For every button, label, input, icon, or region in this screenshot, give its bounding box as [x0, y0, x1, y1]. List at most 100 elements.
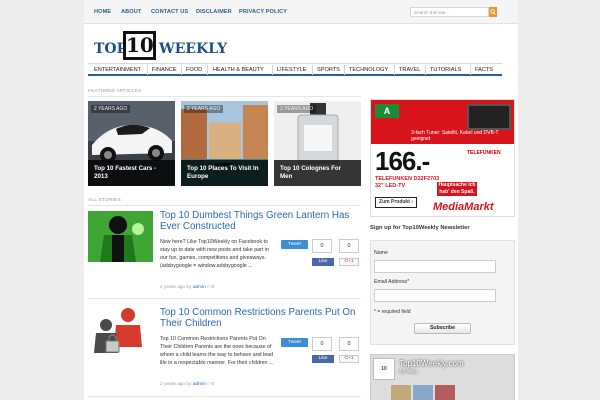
tweet-count: 0	[312, 337, 332, 351]
facebook-page-box[interactable]: 10 Top10Weekly.com 4.6 likes	[370, 354, 515, 400]
main-nav: ENTERTAINMENT FINANCE FOOD HEALTH & BEAU…	[88, 63, 502, 76]
name-field[interactable]	[374, 260, 496, 273]
featured-card[interactable]: 2 YEARS AGO Top 10 Fastest Cars - 2013	[88, 101, 175, 186]
nav-sports[interactable]: SPORTS	[317, 67, 340, 73]
story-title[interactable]: Top 10 Dumbest Things Green Lantern Has …	[160, 210, 360, 232]
facebook-like-button[interactable]: Like	[312, 258, 334, 266]
page-avatar: 10	[373, 358, 395, 380]
story-excerpt: Top 10 Common Restrictions Parents Put O…	[160, 336, 274, 366]
ad-promo-text: 3-fach Tuner: Satellit, Kabel und DVB-T …	[411, 130, 499, 142]
story-author[interactable]: admin	[193, 285, 206, 290]
nav-technology[interactable]: TECHNOLOGY	[349, 67, 388, 73]
nav-food[interactable]: FOOD	[186, 67, 202, 73]
tweet-button[interactable]: Tweet	[281, 338, 308, 347]
story-age: 2 years ago by	[160, 285, 192, 290]
fb-like-count: 4.6 likes	[399, 369, 418, 375]
newsletter-form: Name Email Address* * = required field S…	[370, 240, 515, 345]
divider	[88, 298, 361, 299]
nav-divider	[181, 65, 182, 75]
email-label: Email Address*	[374, 279, 410, 285]
featured-card[interactable]: 2 YEARS AGO Top 10 Places To Visit In Eu…	[181, 101, 268, 186]
search-icon[interactable]	[489, 7, 497, 17]
newsletter-title: Sign up for Top10Weekly Newsletter	[370, 225, 470, 231]
featured-title[interactable]: Top 10 Fastest Cars - 2013	[88, 160, 175, 186]
subscribe-button[interactable]: Subscribe	[414, 323, 471, 334]
parents-image	[88, 307, 153, 358]
green-lantern-image	[88, 211, 153, 262]
nav-tutorials[interactable]: TUTORIALS	[430, 67, 461, 73]
comment-count[interactable]: 0	[211, 382, 214, 387]
story-excerpt: New here? Like Top10Weekly on Facebook t…	[160, 239, 269, 269]
search-input[interactable]: Search this site...	[410, 7, 489, 17]
fb-cover-photo	[391, 385, 411, 400]
share-count: 0	[339, 337, 359, 351]
nav-health-beauty[interactable]: HEALTH & BEAUTY	[213, 67, 264, 73]
energy-label: A	[375, 104, 399, 118]
ad-price: 166.-	[375, 146, 430, 176]
comment-count[interactable]: 0	[211, 285, 214, 290]
featured-age: 2 YEARS AGO	[184, 105, 224, 113]
featured-title[interactable]: Top 10 Colognes For Men	[274, 160, 361, 186]
stories-label: ALL STORIES	[88, 198, 121, 203]
fb-cover-photo	[435, 385, 455, 400]
divider	[88, 396, 361, 397]
featured-age: 2 YEARS AGO	[91, 105, 131, 113]
facebook-like-button[interactable]: Like	[312, 355, 334, 363]
story-meta: 2 years ago by admin □ 0	[160, 382, 214, 387]
email-field[interactable]	[374, 289, 496, 302]
comment-icon: □	[207, 382, 211, 387]
story-author[interactable]: admin	[193, 382, 206, 387]
ad-headline: TELEFUNKEN D32F2703	[375, 176, 440, 182]
featured-age: 2 YEARS AGO	[277, 105, 317, 113]
topnav-about[interactable]: ABOUT	[121, 9, 141, 15]
google-plus-button[interactable]: G+1	[339, 258, 359, 266]
required-note: * = required field	[374, 309, 411, 315]
ad-cta-button[interactable]: Zum Produkt ›	[375, 197, 417, 208]
nav-finance[interactable]: FINANCE	[152, 67, 177, 73]
story-age: 2 years ago by	[160, 382, 192, 387]
logo-text-weekly: WEEKLY	[159, 41, 228, 57]
ad-brand-logo: TELEFUNKEN	[467, 150, 501, 156]
nav-entertainment[interactable]: ENTERTAINMENT	[94, 67, 141, 73]
tv-image	[467, 104, 511, 130]
ad-subline: 32" LED-TV	[375, 183, 406, 189]
topnav-contact[interactable]: CONTACT US	[151, 9, 188, 15]
top-nav: HOME ABOUT CONTACT US DISCLAIMER PRIVACY…	[84, 0, 518, 24]
logo-text-ten: 10	[123, 31, 156, 60]
nav-divider	[470, 65, 471, 75]
topnav-disclaimer[interactable]: DISCLAIMER	[196, 9, 232, 15]
divider	[88, 96, 361, 97]
featured-label: FEATURED ARTICLES	[88, 89, 142, 94]
nav-divider	[394, 65, 395, 75]
share-count: 0	[339, 239, 359, 253]
name-label: Name	[374, 250, 388, 256]
nav-divider	[425, 65, 426, 75]
nav-divider	[344, 65, 345, 75]
nav-divider	[147, 65, 148, 75]
story-thumbnail[interactable]	[88, 307, 153, 358]
page: HOME ABOUT CONTACT US DISCLAIMER PRIVACY…	[84, 0, 518, 400]
story-thumbnail[interactable]	[88, 211, 153, 262]
comment-icon: □	[207, 285, 211, 290]
fb-page-name[interactable]: Top10Weekly.com	[399, 359, 464, 368]
nav-divider	[312, 65, 313, 75]
nav-travel[interactable]: TRAVEL	[399, 67, 420, 73]
ad-tagline: Hauptsache ich hab' den Spaß.	[437, 182, 477, 196]
topnav-home[interactable]: HOME	[94, 9, 111, 15]
fb-cover-photo	[413, 385, 433, 400]
featured-card[interactable]: 2 YEARS AGO Top 10 Colognes For Men	[274, 101, 361, 186]
nav-lifestyle[interactable]: LIFESTYLE	[277, 67, 307, 73]
topnav-privacy[interactable]: PRIVACY POLICY	[239, 9, 287, 15]
tweet-count: 0	[312, 239, 332, 253]
nav-divider	[272, 65, 273, 75]
divider	[88, 205, 361, 206]
featured-title[interactable]: Top 10 Places To Visit In Europe	[181, 160, 268, 186]
google-plus-button[interactable]: G+1	[339, 355, 359, 363]
mediamarkt-ad[interactable]: A 3-fach Tuner: Satellit, Kabel und DVB-…	[370, 99, 515, 217]
story-title[interactable]: Top 10 Common Restrictions Parents Put O…	[160, 307, 360, 329]
nav-facts[interactable]: FACTS	[475, 67, 493, 73]
tweet-button[interactable]: Tweet	[281, 240, 308, 249]
ad-store-logo: MediaMarkt	[433, 201, 494, 213]
nav-divider	[207, 65, 208, 75]
story-meta: 2 years ago by admin □ 0	[160, 285, 214, 290]
